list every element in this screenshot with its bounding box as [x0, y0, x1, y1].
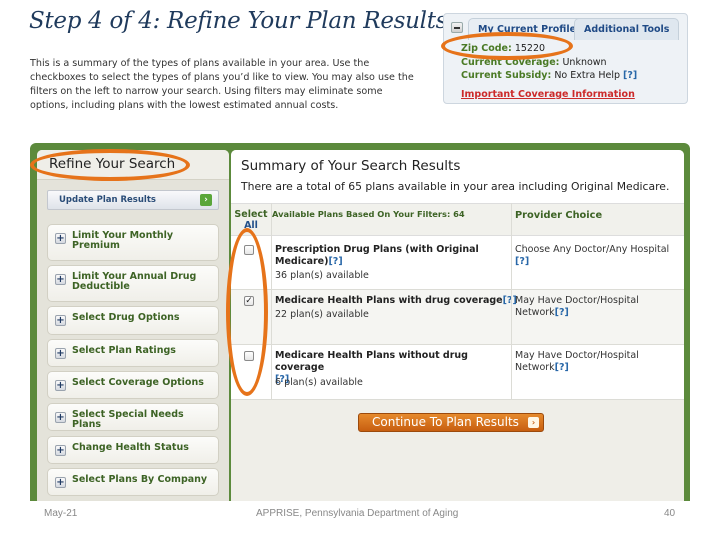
- tab-additional-tools[interactable]: Additional Tools: [574, 18, 680, 40]
- filter-label: Limit Your Annual Drug Deductible: [72, 271, 197, 292]
- footer-page-number: 40: [664, 508, 676, 519]
- summary-panel: Summary of Your Search Results There are…: [231, 150, 684, 501]
- annotation-ellipse-zip: [441, 32, 573, 60]
- summary-subtitle: There are a total of 65 plans available …: [241, 180, 670, 193]
- filter-plan-ratings[interactable]: + Select Plan Ratings: [47, 339, 219, 367]
- plus-icon: +: [55, 380, 66, 391]
- plus-icon: +: [55, 348, 66, 359]
- intro-text: This is a summary of the types of plans …: [30, 58, 414, 111]
- collapse-icon[interactable]: [451, 22, 463, 33]
- arrow-right-icon: ›: [528, 417, 539, 428]
- continue-button-label: Continue To Plan Results: [372, 415, 519, 429]
- filter-label: Select Special Needs Plans: [72, 409, 184, 430]
- plus-icon: +: [55, 412, 66, 423]
- plan-count: 36 plan(s) available: [275, 270, 369, 281]
- provider-choice: Choose Any Doctor/Any Hospital [?]: [515, 244, 680, 268]
- provider-text: May Have Doctor/Hospital Network: [515, 350, 639, 373]
- filter-monthly-premium[interactable]: + Limit Your Monthly Premium: [47, 224, 219, 261]
- provider-help-link[interactable]: [?]: [555, 362, 569, 373]
- summary-title: Summary of Your Search Results: [241, 158, 461, 174]
- plus-icon: +: [55, 445, 66, 456]
- filter-label: Select Plan Ratings: [72, 345, 176, 356]
- plan-help-link[interactable]: [?]: [328, 256, 342, 267]
- footer-date: May-21: [44, 508, 78, 519]
- plan-name-text: Medicare Health Plans without drug cover…: [275, 350, 468, 373]
- continue-to-plan-results-button[interactable]: Continue To Plan Results ›: [358, 413, 544, 432]
- plan-count: 22 plan(s) available: [275, 309, 369, 320]
- filter-label: Change Health Status: [72, 442, 189, 453]
- update-button-label: Update Plan Results: [59, 195, 156, 205]
- plan-name-text: Medicare Health Plans with drug coverage: [275, 295, 503, 306]
- column-divider: [511, 203, 512, 400]
- annotation-ellipse-checkboxes: [226, 228, 268, 396]
- current-subsidy-label: Current Subsidy:: [461, 70, 552, 81]
- filter-drug-options[interactable]: + Select Drug Options: [47, 306, 219, 335]
- plans-column-header: Available Plans Based On Your Filters: 6…: [272, 209, 465, 219]
- plus-icon: +: [55, 477, 66, 488]
- provider-choice: May Have Doctor/Hospital Network[?]: [515, 350, 640, 374]
- arrow-right-icon: ›: [200, 194, 212, 206]
- table-header: Select All Available Plans Based On Your…: [231, 203, 684, 236]
- plus-icon: +: [55, 233, 66, 244]
- summary-header: Summary of Your Search Results There are…: [231, 150, 684, 203]
- provider-choice: May Have Doctor/Hospital Network[?]: [515, 295, 640, 319]
- provider-help-link[interactable]: [?]: [555, 307, 569, 318]
- plan-count: 6 plan(s) available: [275, 377, 363, 388]
- filter-health-status[interactable]: + Change Health Status: [47, 436, 219, 464]
- table-row: Medicare Health Plans without drug cover…: [231, 345, 684, 400]
- filter-label: Select Plans By Company: [72, 474, 208, 485]
- current-subsidy-row: Current Subsidy: No Extra Help [?]: [461, 70, 637, 81]
- table-row: Prescription Drug Plans (with Original M…: [231, 236, 684, 290]
- plan-name: Medicare Health Plans with drug coverage…: [275, 295, 520, 307]
- filter-label: Select Drug Options: [72, 312, 180, 323]
- select-column-header: Select All: [231, 209, 271, 231]
- filter-label: Select Coverage Options: [72, 377, 204, 388]
- filter-label: Limit Your Monthly Premium: [72, 230, 174, 251]
- filter-plans-by-company[interactable]: + Select Plans By Company: [47, 468, 219, 496]
- plus-icon: +: [55, 274, 66, 285]
- page-title: Step 4 of 4: Refine Your Plan Results: [29, 8, 448, 34]
- table-row: ✓ Medicare Health Plans with drug covera…: [231, 290, 684, 345]
- provider-help-link[interactable]: [?]: [515, 256, 529, 267]
- annotation-ellipse-refine: [30, 149, 190, 181]
- important-coverage-link[interactable]: Important Coverage Information: [461, 89, 635, 100]
- current-coverage-value: Unknown: [562, 57, 607, 68]
- refine-panel: Refine Your Search Update Plan Results ›…: [37, 150, 229, 501]
- filter-coverage-options[interactable]: + Select Coverage Options: [47, 371, 219, 399]
- plan-name: Prescription Drug Plans (with Original M…: [275, 244, 513, 268]
- provider-text: May Have Doctor/Hospital Network: [515, 295, 639, 318]
- provider-text: Choose Any Doctor/Any Hospital: [515, 244, 670, 255]
- select-label: Select: [234, 209, 268, 220]
- update-plan-results-button[interactable]: Update Plan Results ›: [47, 190, 219, 210]
- column-divider: [271, 203, 272, 400]
- subsidy-help-link[interactable]: [?]: [623, 70, 637, 81]
- filter-special-needs[interactable]: + Select Special Needs Plans: [47, 403, 219, 431]
- plan-name-text: Prescription Drug Plans (with Original M…: [275, 244, 479, 267]
- filter-drug-deductible[interactable]: + Limit Your Annual Drug Deductible: [47, 265, 219, 302]
- current-subsidy-value: No Extra Help: [554, 70, 621, 81]
- footer-org: APPRISE, Pennsylvania Department of Agin…: [256, 508, 459, 519]
- plus-icon: +: [55, 315, 66, 326]
- provider-column-header: Provider Choice: [515, 210, 603, 221]
